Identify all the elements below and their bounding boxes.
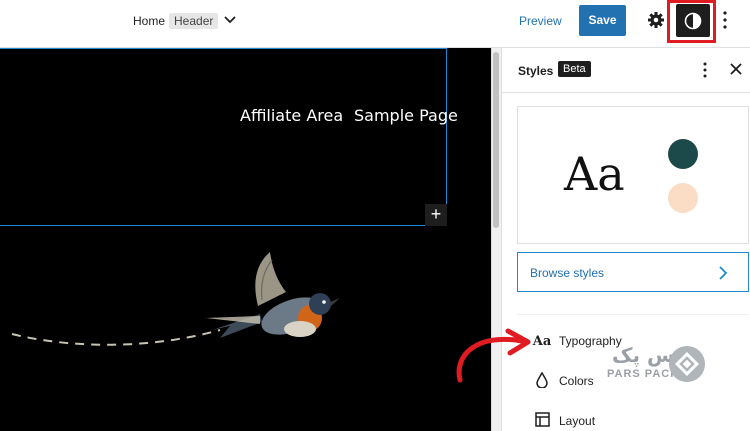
watermark-logo-icon [669, 346, 705, 382]
document-title[interactable]: Home Header [133, 12, 219, 30]
menu-item-layout[interactable]: Layout [532, 411, 595, 431]
nav-link-sample-page[interactable]: Sample Page [354, 106, 458, 125]
flight-path-decoration [11, 329, 221, 346]
styles-toggle-button[interactable] [676, 4, 710, 37]
annotation-arrow-icon [456, 328, 531, 383]
menu-item-colors[interactable]: Colors [532, 371, 594, 391]
typography-preview: Aa [564, 147, 625, 201]
contrast-icon [684, 12, 702, 30]
preview-button[interactable]: Preview [519, 11, 562, 31]
chevron-right-icon [719, 266, 728, 280]
menu-item-typography[interactable]: Aa Typography [532, 331, 622, 351]
beta-badge: Beta [558, 61, 591, 77]
chevron-down-icon[interactable] [224, 15, 236, 25]
add-block-button[interactable]: + [425, 204, 447, 226]
layout-icon [532, 412, 552, 430]
nav-link-affiliate-area[interactable]: Affiliate Area [240, 106, 343, 125]
color-swatch-secondary [668, 183, 698, 213]
browse-styles-label: Browse styles [530, 266, 605, 280]
menu-divider [517, 314, 749, 315]
menu-item-label: Colors [559, 374, 594, 388]
top-toolbar: Home Header Preview Save [0, 0, 750, 48]
template-part-tag: Header [169, 13, 219, 29]
style-preview-card: Aa [517, 106, 749, 244]
gear-icon[interactable] [647, 11, 665, 29]
editor-canvas[interactable]: Affiliate Area Sample Page + [0, 48, 491, 431]
scrollbar-thumb[interactable] [493, 52, 499, 228]
sidebar-title: Styles [518, 64, 554, 78]
sidebar-options-icon[interactable] [702, 61, 708, 79]
menu-item-label: Layout [559, 414, 596, 428]
breadcrumb-home[interactable]: Home [133, 14, 165, 28]
close-icon[interactable] [730, 63, 742, 75]
color-swatch-primary [668, 139, 698, 169]
save-button[interactable]: Save [579, 5, 626, 36]
header-block[interactable] [0, 48, 447, 226]
browse-styles-button[interactable]: Browse styles [517, 252, 749, 292]
sidebar-header: Styles Beta [502, 48, 750, 93]
more-options-icon[interactable] [722, 10, 728, 30]
